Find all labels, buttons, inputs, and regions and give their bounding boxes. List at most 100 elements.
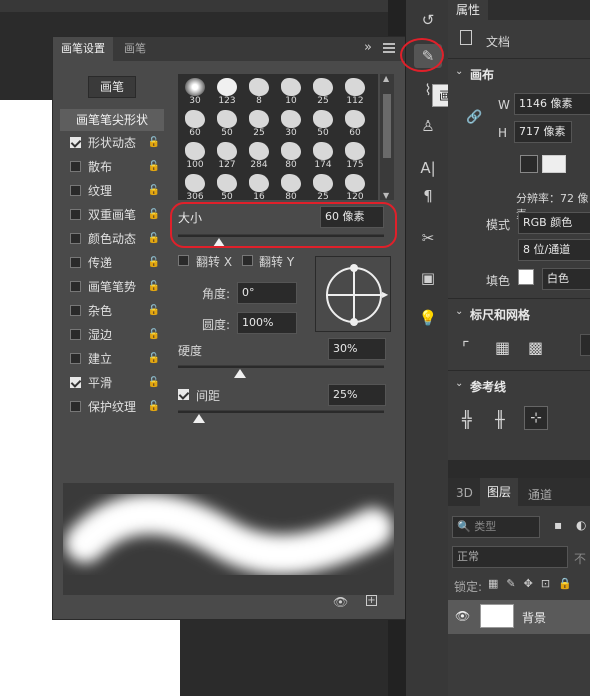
- tab-3d[interactable]: 3D: [456, 486, 473, 500]
- brush-presets-button[interactable]: 画笔: [88, 76, 136, 98]
- brush-preset[interactable]: 174: [308, 140, 338, 171]
- brush-option-item[interactable]: 杂色 🔓: [60, 300, 164, 322]
- depth-select[interactable]: 8 位/通道: [518, 239, 590, 261]
- brush-preset[interactable]: 50: [308, 108, 338, 139]
- lock-guides-icon[interactable]: ╫: [495, 410, 505, 429]
- option-checkbox[interactable]: [70, 257, 81, 268]
- fill-select[interactable]: 白色: [542, 268, 590, 290]
- brush-option-item[interactable]: 形状动态 🔓: [60, 132, 164, 154]
- width-input[interactable]: 1146 像素: [514, 93, 590, 115]
- spacing-slider-track[interactable]: [178, 410, 384, 413]
- brush-option-item[interactable]: 平滑 🔓: [60, 372, 164, 394]
- blend-mode-select[interactable]: 正常: [452, 546, 568, 568]
- lock-icon[interactable]: 🔓: [148, 228, 160, 250]
- adjust-filter-icon[interactable]: ◐: [576, 518, 586, 532]
- option-checkbox[interactable]: [70, 401, 81, 412]
- brush-preset[interactable]: 175: [340, 140, 370, 171]
- show-preview-icon[interactable]: 👁: [333, 595, 348, 609]
- brush-option-item[interactable]: 双重画笔 🔓: [60, 204, 164, 226]
- option-checkbox[interactable]: [70, 281, 81, 292]
- guides-icon[interactable]: ╬: [462, 410, 472, 429]
- brush-preset[interactable]: 100: [180, 140, 210, 171]
- brush-preset[interactable]: 80: [276, 140, 306, 171]
- lock-icon[interactable]: 🔓: [148, 348, 160, 370]
- angle-input[interactable]: 0°: [237, 282, 297, 304]
- checker-icon[interactable]: ▩: [528, 338, 543, 357]
- brush-option-item[interactable]: 散布 🔓: [60, 156, 164, 178]
- brush-preset[interactable]: 30: [276, 108, 306, 139]
- option-checkbox[interactable]: [70, 137, 81, 148]
- landscape-icon[interactable]: [542, 155, 566, 173]
- brush-preset[interactable]: 50: [212, 172, 242, 200]
- option-checkbox[interactable]: [70, 377, 81, 388]
- chevron-down-icon[interactable]: ⌄: [455, 66, 463, 77]
- brush-preset[interactable]: 120: [340, 172, 370, 200]
- ruler-icon[interactable]: ⌜: [462, 338, 470, 357]
- hardness-input[interactable]: 30%: [328, 338, 386, 360]
- link-icon[interactable]: 🔗: [466, 110, 482, 125]
- smart-guides-icon[interactable]: ⊹: [524, 406, 548, 430]
- option-checkbox[interactable]: [70, 305, 81, 316]
- collapse-icon[interactable]: »: [364, 40, 372, 55]
- brush-option-item[interactable]: 传递 🔓: [60, 252, 164, 274]
- spacing-slider-thumb[interactable]: [192, 414, 205, 423]
- lock-icon[interactable]: 🔓: [148, 276, 160, 298]
- hardness-slider-thumb[interactable]: [233, 369, 246, 378]
- option-checkbox[interactable]: [70, 185, 81, 196]
- spacing-input[interactable]: 25%: [328, 384, 386, 406]
- chevron-down-icon[interactable]: ⌄: [455, 378, 463, 389]
- lock-icon[interactable]: 🔓: [148, 252, 160, 274]
- brush-preset[interactable]: 8: [244, 76, 274, 107]
- image-filter-icon[interactable]: ▪: [554, 518, 562, 532]
- lock-icon[interactable]: 🔓: [148, 132, 160, 154]
- lock-icon[interactable]: 🔓: [148, 180, 160, 202]
- brush-option-item[interactable]: 保护纹理 🔓: [60, 396, 164, 418]
- fill-swatch[interactable]: [518, 269, 534, 285]
- brush-preset[interactable]: 16: [244, 172, 274, 200]
- brush-preset[interactable]: 306: [180, 172, 210, 200]
- brush-option-item[interactable]: 纹理 🔓: [60, 180, 164, 202]
- option-checkbox[interactable]: [70, 233, 81, 244]
- lock-icons[interactable]: ▦✎✥⊡🔒: [488, 577, 580, 590]
- spacing-checkbox[interactable]: [178, 389, 189, 400]
- new-brush-icon[interactable]: +: [366, 595, 377, 606]
- portrait-icon[interactable]: [520, 155, 538, 173]
- clone-source-icon[interactable]: ♙: [414, 114, 442, 138]
- paragraph-icon[interactable]: ¶: [414, 184, 442, 208]
- visibility-eye-icon[interactable]: 👁: [455, 609, 470, 623]
- brush-preset[interactable]: 80: [276, 172, 306, 200]
- brush-preset[interactable]: 10: [276, 76, 306, 107]
- option-checkbox[interactable]: [70, 329, 81, 340]
- brush-option-item[interactable]: 建立 🔓: [60, 348, 164, 370]
- height-input[interactable]: 717 像素: [514, 121, 572, 143]
- preset-scrollbar[interactable]: ▲ ▼: [380, 74, 394, 200]
- brush-tip-shape-item[interactable]: 画笔笔尖形状: [60, 109, 164, 131]
- flip-x-checkbox[interactable]: [178, 255, 189, 266]
- tab-brush-settings[interactable]: 画笔设置: [53, 37, 113, 61]
- brush-option-item[interactable]: 湿边 🔓: [60, 324, 164, 346]
- option-checkbox[interactable]: [70, 353, 81, 364]
- tab-layers[interactable]: 图层: [480, 478, 518, 506]
- lock-icon[interactable]: 🔓: [148, 324, 160, 346]
- roundness-input[interactable]: 100%: [237, 312, 297, 334]
- brush-preset[interactable]: 123: [212, 76, 242, 107]
- brush-preset[interactable]: 60: [180, 108, 210, 139]
- character-icon[interactable]: A|: [414, 156, 442, 180]
- brush-preset[interactable]: 25: [308, 76, 338, 107]
- layer-filter-select[interactable]: 🔍 类型: [452, 516, 540, 538]
- option-checkbox[interactable]: [70, 209, 81, 220]
- brush-option-item[interactable]: 颜色动态 🔓: [60, 228, 164, 250]
- tab-brush[interactable]: 画笔: [116, 37, 154, 61]
- mode-select[interactable]: RGB 颜色: [518, 212, 590, 234]
- brush-preset[interactable]: 60: [340, 108, 370, 139]
- lock-icon[interactable]: 🔓: [148, 156, 160, 178]
- tools-icon[interactable]: ✂: [414, 226, 442, 250]
- brush-preset[interactable]: 284: [244, 140, 274, 171]
- lock-icon[interactable]: 🔓: [148, 396, 160, 418]
- lock-icon[interactable]: 🔓: [148, 372, 160, 394]
- swatches-icon[interactable]: ▣: [414, 266, 442, 290]
- tab-properties[interactable]: 属性: [448, 0, 489, 20]
- brush-preset[interactable]: 25: [308, 172, 338, 200]
- tab-channels[interactable]: 通道: [528, 486, 552, 503]
- lock-icon[interactable]: 🔓: [148, 300, 160, 322]
